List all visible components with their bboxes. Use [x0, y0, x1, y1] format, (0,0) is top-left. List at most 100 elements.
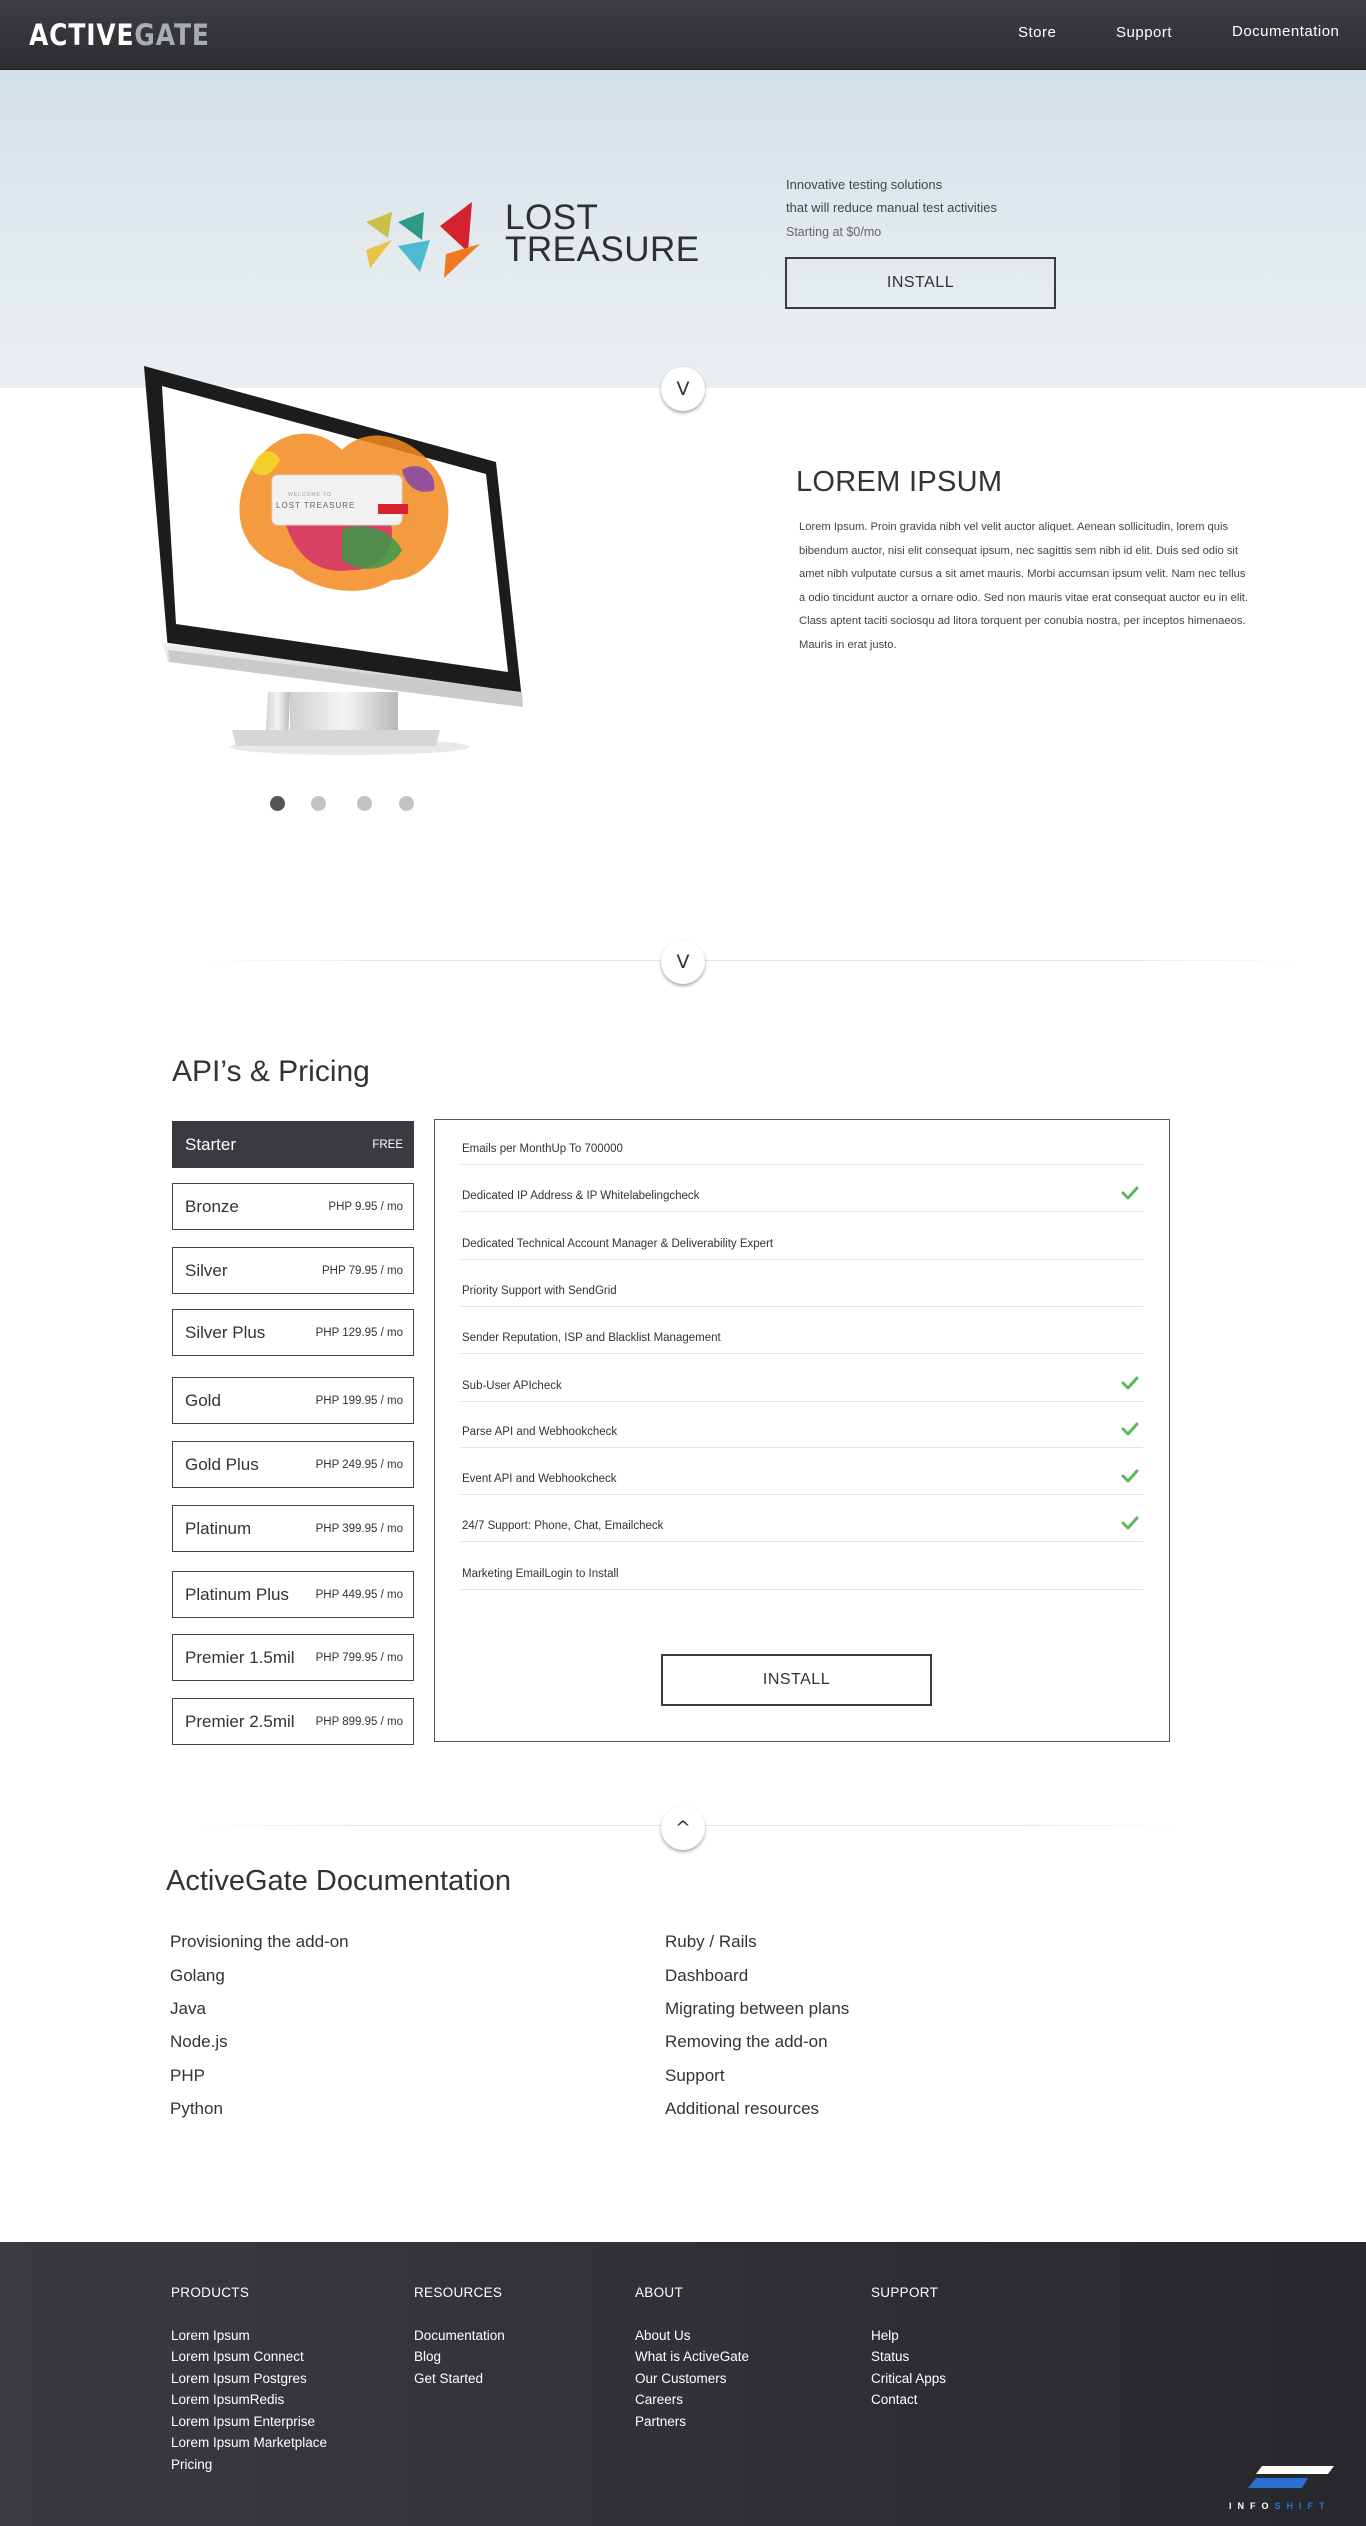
logo-active-text: ACTIVE	[29, 18, 135, 52]
footer-link[interactable]: Lorem Ipsum Postgres	[171, 2371, 307, 2386]
footer-link[interactable]: Lorem Ipsum Enterprise	[171, 2414, 315, 2429]
plan-price: PHP 129.95 / mo	[315, 1327, 403, 1339]
check-icon	[1121, 1376, 1139, 1390]
feature-row: 24/7 Support: Phone, Chat, Emailcheck	[461, 1512, 1143, 1542]
feature-row: Dedicated Technical Account Manager & De…	[461, 1230, 1143, 1260]
feature-text: Priority Support with SendGrid	[462, 1285, 617, 1297]
lost-treasure-logo-icon	[366, 202, 480, 278]
plan-platinum-plus[interactable]: Platinum Plus PHP 449.95 / mo	[172, 1571, 414, 1618]
footer-link[interactable]: What is ActiveGate	[635, 2349, 749, 2364]
infoshift-credit: INFOSHIFT	[1229, 2501, 1331, 2511]
plan-price: PHP 449.95 / mo	[315, 1589, 403, 1601]
hero-banner	[0, 70, 1366, 388]
hero-tagline-line2: that will reduce manual test activities	[786, 200, 997, 215]
plan-price: PHP 9.95 / mo	[328, 1201, 403, 1213]
hero-scroll-down-toggle[interactable]: V	[661, 367, 705, 411]
plan-starter[interactable]: Starter FREE	[172, 1121, 414, 1168]
feature-row: Marketing EmailLogin to Install	[461, 1560, 1143, 1590]
feature-text: Event API and Webhookcheck	[462, 1473, 617, 1485]
doc-link-ruby-rails[interactable]: Ruby / Rails	[665, 1932, 757, 1952]
feature-text: Sender Reputation, ISP and Blacklist Man…	[462, 1332, 721, 1344]
pricing-install-button[interactable]: INSTALL	[661, 1654, 932, 1706]
footer-link[interactable]: Help	[871, 2328, 899, 2343]
hero-tagline-line1: Innovative testing solutions	[786, 177, 943, 192]
footer-link[interactable]: Lorem IpsumRedis	[171, 2392, 284, 2407]
plan-price: PHP 79.95 / mo	[322, 1265, 403, 1277]
nav-store-link[interactable]: Store	[1018, 24, 1056, 41]
infoshift-logo-icon	[1248, 2466, 1334, 2488]
plan-gold-plus[interactable]: Gold Plus PHP 249.95 / mo	[172, 1441, 414, 1488]
footer-link[interactable]: About Us	[635, 2328, 691, 2343]
footer-heading-products: PRODUCTS	[171, 2285, 250, 2300]
plan-price: PHP 249.95 / mo	[315, 1459, 403, 1471]
pricing-title: API’s & Pricing	[172, 1055, 370, 1088]
footer-link[interactable]: Lorem Ipsum Marketplace	[171, 2435, 327, 2450]
doc-link-dashboard[interactable]: Dashboard	[665, 1966, 748, 1986]
hero-price-note: Starting at $0/mo	[786, 225, 882, 239]
footer-link[interactable]: Pricing	[171, 2457, 212, 2472]
footer-link[interactable]: Lorem Ipsum	[171, 2328, 250, 2343]
credit-shift-text: SHIFT	[1274, 2501, 1331, 2511]
footer-link[interactable]: Contact	[871, 2392, 918, 2407]
check-icon	[1121, 1422, 1139, 1436]
footer-link[interactable]: Lorem Ipsum Connect	[171, 2349, 304, 2364]
feature-row: Priority Support with SendGrid	[461, 1277, 1143, 1307]
footer-link[interactable]: Get Started	[414, 2371, 483, 2386]
paint-splash-artwork	[239, 433, 449, 591]
doc-link-nodejs[interactable]: Node.js	[170, 2032, 228, 2052]
carousel-dot-4[interactable]	[399, 796, 414, 811]
plan-silver[interactable]: Silver PHP 79.95 / mo	[172, 1247, 414, 1294]
nav-documentation-link[interactable]: Documentation	[1232, 23, 1339, 40]
plan-price: PHP 899.95 / mo	[315, 1716, 403, 1728]
hero-install-button[interactable]: INSTALL	[785, 257, 1056, 309]
plan-silver-plus[interactable]: Silver Plus PHP 129.95 / mo	[172, 1309, 414, 1356]
carousel-dot-2[interactable]	[311, 796, 326, 811]
doc-link-migrating-plans[interactable]: Migrating between plans	[665, 1999, 849, 2019]
activegate-logo[interactable]: ACTIVEGATE	[29, 18, 210, 52]
footer-link[interactable]: Our Customers	[635, 2371, 727, 2386]
nav-support-link[interactable]: Support	[1116, 24, 1172, 41]
feature-row: Event API and Webhookcheck	[461, 1465, 1143, 1495]
screen-brand-text: LOST TREASURE	[276, 501, 356, 510]
carousel-dot-3[interactable]	[357, 796, 372, 811]
footer-link[interactable]: Status	[871, 2349, 909, 2364]
doc-link-support[interactable]: Support	[665, 2066, 725, 2086]
plan-platinum[interactable]: Platinum PHP 399.95 / mo	[172, 1505, 414, 1552]
footer-link[interactable]: Blog	[414, 2349, 441, 2364]
footer-link[interactable]: Documentation	[414, 2328, 505, 2343]
pricing-scroll-up-toggle[interactable]: ^	[661, 1806, 705, 1850]
plan-name: Bronze	[185, 1197, 239, 1216]
plan-price: PHP 399.95 / mo	[315, 1523, 403, 1535]
plan-name: Premier 1.5mil	[185, 1648, 295, 1667]
check-icon	[1121, 1186, 1139, 1200]
footer-link[interactable]: Careers	[635, 2392, 683, 2407]
footer-heading-about: ABOUT	[635, 2285, 684, 2300]
showcase-body: Lorem Ipsum. Proin gravida nibh vel veli…	[799, 521, 1249, 651]
doc-link-java[interactable]: Java	[170, 1999, 206, 2019]
plan-name: Starter	[185, 1135, 237, 1154]
feature-text: Marketing EmailLogin to Install	[462, 1568, 619, 1580]
plan-premier-1-5mil[interactable]: Premier 1.5mil PHP 799.95 / mo	[172, 1634, 414, 1681]
showcase-title: LOREM IPSUM	[796, 466, 1003, 498]
doc-link-golang[interactable]: Golang	[170, 1966, 225, 1986]
doc-link-php[interactable]: PHP	[170, 2066, 205, 2086]
footer-link[interactable]: Critical Apps	[871, 2371, 946, 2386]
doc-link-provisioning[interactable]: Provisioning the add-on	[170, 1932, 349, 1952]
plan-gold[interactable]: Gold PHP 199.95 / mo	[172, 1377, 414, 1424]
showcase-scroll-down-toggle[interactable]: V	[661, 940, 705, 984]
footer-link[interactable]: Partners	[635, 2414, 686, 2429]
check-icon	[1121, 1469, 1139, 1483]
top-nav: ACTIVEGATE Store Support Documentation	[0, 0, 1366, 70]
plan-name: Platinum	[185, 1519, 252, 1538]
plan-price: PHP 199.95 / mo	[315, 1395, 403, 1407]
doc-link-additional-resources[interactable]: Additional resources	[665, 2099, 819, 2119]
brand-name-line2: TREASURE	[505, 230, 700, 269]
carousel-dot-1[interactable]	[270, 796, 285, 811]
feature-text: Emails per MonthUp To 700000	[462, 1143, 623, 1155]
check-icon	[1121, 1516, 1139, 1530]
plan-premier-2-5mil[interactable]: Premier 2.5mil PHP 899.95 / mo	[172, 1698, 414, 1745]
doc-link-python[interactable]: Python	[170, 2099, 223, 2119]
doc-link-removing-addon[interactable]: Removing the add-on	[665, 2032, 828, 2052]
feature-row: Emails per MonthUp To 700000	[461, 1135, 1143, 1165]
plan-bronze[interactable]: Bronze PHP 9.95 / mo	[172, 1183, 414, 1230]
